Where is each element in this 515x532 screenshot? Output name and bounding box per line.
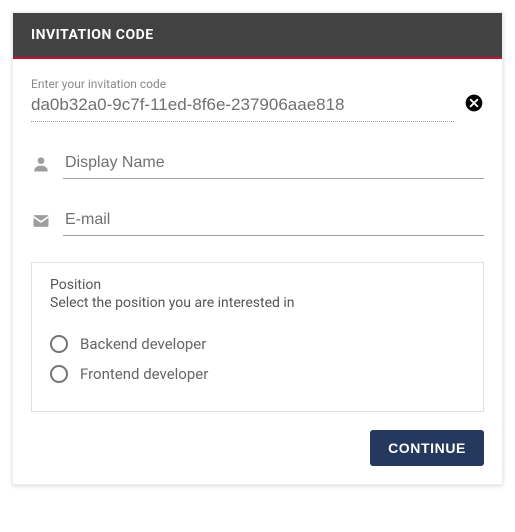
card-header: INVITATION CODE [13, 13, 502, 59]
radio-label: Backend developer [80, 335, 206, 353]
invitation-code-input[interactable] [31, 91, 454, 122]
card-title: INVITATION CODE [31, 27, 154, 43]
invitation-code-field: Enter your invitation code [31, 77, 484, 122]
display-name-input[interactable] [63, 148, 484, 179]
continue-button[interactable]: CONTINUE [370, 430, 484, 466]
form-footer: CONTINUE [31, 430, 484, 466]
invitation-code-label: Enter your invitation code [31, 77, 454, 91]
display-name-row [31, 148, 484, 179]
clear-icon[interactable] [464, 93, 484, 113]
invitation-card: INVITATION CODE Enter your invitation co… [12, 12, 503, 485]
position-subtitle: Select the position you are interested i… [50, 295, 465, 311]
position-title: Position [50, 277, 465, 293]
radio-icon [50, 335, 68, 353]
person-icon [31, 154, 51, 174]
radio-icon [50, 365, 68, 383]
position-option-backend[interactable]: Backend developer [50, 329, 465, 359]
email-row [31, 205, 484, 236]
card-body: Enter your invitation code [13, 59, 502, 484]
mail-icon [31, 211, 51, 231]
position-option-frontend[interactable]: Frontend developer [50, 359, 465, 389]
position-box: Position Select the position you are int… [31, 262, 484, 412]
radio-label: Frontend developer [80, 365, 208, 383]
email-input[interactable] [63, 205, 484, 236]
